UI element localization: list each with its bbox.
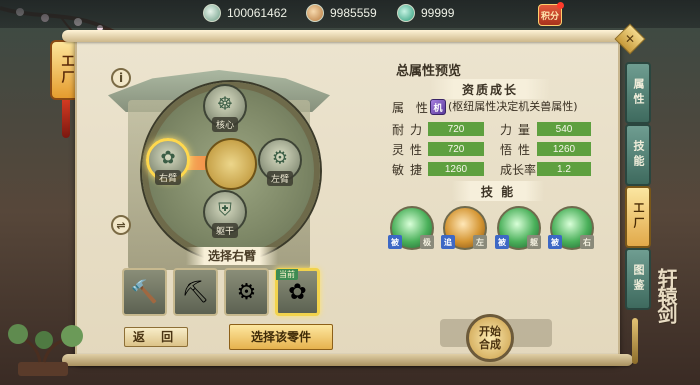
jade-coin-icon — [203, 4, 221, 22]
slot-label: 右臂 — [154, 170, 182, 185]
notification-dot-icon — [557, 2, 564, 9]
logo-tassel — [632, 318, 638, 364]
stat-strength: 力量 — [500, 121, 536, 138]
growth-header: 资质成长 — [430, 79, 550, 99]
element-label: 属 性 — [392, 101, 432, 115]
select-part-title: 选择右臂 — [186, 247, 278, 265]
part-options-row: 🔨 ⛏ ⚙ 当前 ✿ — [122, 268, 332, 318]
core-part-icon: ☸ — [216, 93, 234, 115]
resource-copper: 9985559 — [306, 3, 377, 23]
stat-bar: 1260 — [428, 162, 484, 176]
attributes-title: 总属性预览 — [396, 64, 462, 79]
tab-factory[interactable]: 工厂 — [625, 186, 651, 248]
stat-label: 成长率 — [500, 163, 537, 177]
select-part-button[interactable]: 选择该零件 — [229, 324, 333, 350]
tab-label: 属性 — [632, 78, 645, 108]
stat-label: 灵性 — [392, 143, 429, 157]
slot-core[interactable]: ☸ 核心 — [203, 84, 247, 132]
stat-bar: 540 — [537, 122, 591, 136]
slot-label: 左臂 — [266, 171, 294, 186]
slot-label: 核心 — [211, 117, 239, 132]
tab-codex[interactable]: 图鉴 — [625, 248, 651, 310]
points-badge-label: 积分 — [540, 11, 559, 22]
bonsai-decoration — [8, 324, 83, 376]
torso-part-icon: ⛨ — [218, 199, 232, 221]
right-arm-part-icon: ✿ — [160, 147, 176, 169]
resource-green: 99999 — [397, 3, 454, 23]
start-label-line1: 开始 — [479, 325, 501, 338]
slot-right-arm[interactable]: ✿ 右臂 — [146, 138, 190, 185]
stat-bar: 720 — [428, 142, 484, 156]
part-option[interactable]: ⛏ — [173, 268, 218, 316]
element-note: (枢纽属性决定机关兽属性) — [448, 100, 578, 113]
slot-torso[interactable]: ⛨ 躯干 — [203, 190, 247, 238]
part-tag: 躯 — [527, 235, 541, 249]
swap-icon: ⇌ — [116, 218, 126, 232]
hammer-arm-icon: 🔨 — [130, 279, 159, 305]
resource-jade: 100061462 — [203, 3, 287, 23]
stat-label: 敏捷 — [392, 163, 429, 177]
wheel-hub — [205, 138, 257, 190]
slot-label: 躯干 — [211, 223, 239, 238]
resource-value: 9985559 — [330, 6, 377, 20]
current-tag: 当前 — [276, 269, 298, 280]
points-badge-button[interactable]: 积分 — [538, 2, 564, 26]
resource-value: 99999 — [421, 6, 455, 20]
shovel-arm-icon: ⛏ — [181, 279, 210, 305]
passive-tag: 被 — [388, 235, 402, 249]
swap-button[interactable]: ⇌ — [111, 215, 131, 235]
stat-agility: 敏捷 — [392, 161, 428, 178]
stat-bar: 720 — [428, 122, 484, 136]
passive-tag: 被 — [495, 235, 509, 249]
part-option-current[interactable]: 当前 ✿ — [275, 268, 320, 316]
passive-tag: 被 — [548, 235, 562, 249]
lantern-tassel — [62, 100, 70, 138]
skills-header: 技 能 — [452, 181, 544, 201]
game-screen: 100061462 9985559 99999 积分 工厂 ✕ i ⇌ ☸ 核心… — [0, 0, 700, 385]
scroll-roll-top — [62, 30, 633, 42]
info-icon: i — [118, 71, 124, 85]
stat-bar: 1260 — [537, 142, 591, 156]
part-option[interactable]: ⚙ — [224, 268, 269, 316]
stat-stamina: 耐力 — [392, 121, 428, 138]
stat-growth-rate: 成长率 — [500, 161, 536, 178]
stat-bar: 1.2 — [537, 162, 591, 176]
tab-label: 技能 — [632, 140, 645, 170]
resource-value: 100061462 — [227, 6, 288, 20]
leaf-arm-icon: ✿ — [288, 279, 307, 305]
mechanism-element-icon: 机 — [430, 99, 446, 115]
green-coin-icon — [397, 4, 415, 22]
back-button[interactable]: 返 回 — [124, 327, 188, 347]
tab-attributes[interactable]: 属性 — [625, 62, 651, 124]
chase-tag: 追 — [441, 235, 455, 249]
copper-coin-icon — [306, 4, 324, 22]
cannon-arm-icon: ⚙ — [236, 279, 257, 305]
stat-label: 力量 — [500, 123, 537, 137]
stat-spirit: 灵性 — [392, 141, 428, 158]
resource-bar: 100061462 9985559 99999 积分 — [0, 0, 700, 28]
info-button[interactable]: i — [111, 68, 131, 88]
scroll-roll-bottom — [62, 354, 633, 366]
stat-label: 耐力 — [392, 123, 429, 137]
start-label-line2: 合成 — [479, 338, 501, 351]
start-synthesis-button[interactable]: 开始 合成 — [466, 314, 514, 362]
stat-label: 悟性 — [500, 143, 537, 157]
stat-wisdom: 悟性 — [500, 141, 536, 158]
part-option[interactable]: 🔨 — [122, 268, 167, 316]
tab-skills[interactable]: 技能 — [625, 124, 651, 186]
lantern-label: 工厂 — [58, 54, 74, 86]
tab-label: 图鉴 — [632, 264, 645, 294]
part-tag: 右 — [580, 235, 594, 249]
game-logo: 轩辕剑 — [654, 268, 678, 322]
left-arm-part-icon: ⚙ — [271, 147, 289, 169]
element-row: 属 性 — [392, 99, 432, 116]
part-tag: 左 — [473, 235, 487, 249]
close-icon: ✕ — [624, 32, 636, 46]
tab-label: 工厂 — [632, 202, 645, 232]
slot-left-arm[interactable]: ⚙ 左臂 — [258, 138, 302, 186]
part-tag: 极 — [420, 235, 434, 249]
